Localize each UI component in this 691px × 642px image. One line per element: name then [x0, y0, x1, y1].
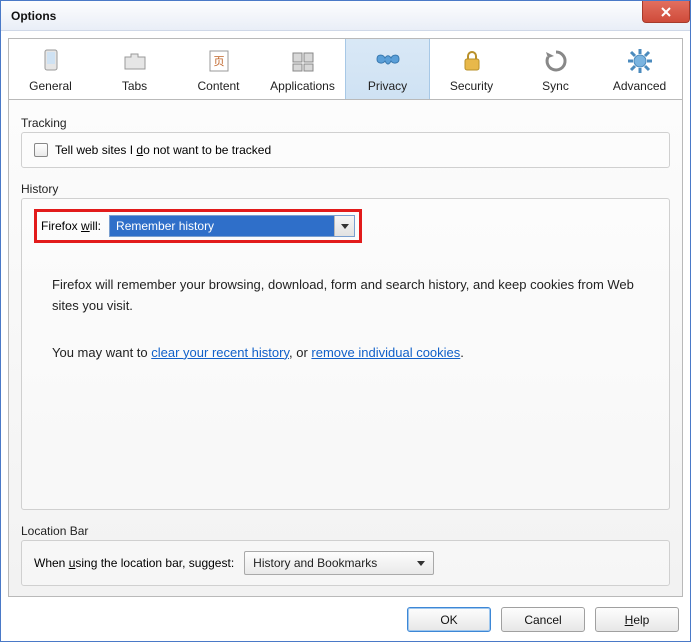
ok-button[interactable]: OK [407, 607, 491, 632]
options-window: Options General Tabs 页 [0, 0, 691, 642]
tab-general[interactable]: General [9, 39, 93, 99]
gear-icon [624, 45, 656, 77]
location-section-label: Location Bar [21, 524, 670, 538]
chevron-down-icon [417, 561, 425, 566]
tab-privacy[interactable]: Privacy [345, 39, 430, 99]
history-description: Firefox will remember your browsing, dow… [52, 275, 639, 389]
history-mode-dropdown[interactable]: Remember history [109, 215, 355, 237]
tab-content[interactable]: 页 Content [177, 39, 261, 99]
window-title: Options [11, 9, 56, 23]
tab-label: Tabs [95, 79, 174, 93]
history-desc-1: Firefox will remember your browsing, dow… [52, 275, 639, 317]
tab-label: Advanced [600, 79, 679, 93]
do-not-track-row: Tell web sites I do not want to be track… [34, 143, 657, 157]
location-section: When using the location bar, suggest: Hi… [21, 540, 670, 586]
tab-label: Content [179, 79, 258, 93]
history-desc-2: You may want to clear your recent histor… [52, 343, 639, 364]
cancel-button[interactable]: Cancel [501, 607, 585, 632]
location-suggest-dropdown[interactable]: History and Bookmarks [244, 551, 434, 575]
chevron-down-icon [334, 216, 354, 236]
history-mode-value: Remember history [116, 219, 214, 233]
tab-label: Applications [263, 79, 342, 93]
tab-label: Sync [516, 79, 595, 93]
tab-tabs[interactable]: Tabs [93, 39, 177, 99]
tab-strip: General Tabs 页 Content Applications [8, 38, 683, 100]
tab-label: Privacy [348, 79, 427, 93]
content-area: General Tabs 页 Content Applications [1, 31, 690, 641]
titlebar: Options [1, 1, 690, 31]
location-suggest-row: When using the location bar, suggest: Hi… [34, 551, 657, 575]
tab-applications[interactable]: Applications [261, 39, 345, 99]
help-button[interactable]: Help [595, 607, 679, 632]
location-suggest-value: History and Bookmarks [253, 556, 377, 570]
firefox-will-label: Firefox will: [41, 219, 101, 233]
history-section: Firefox will: Remember history Firefox w… [21, 198, 670, 510]
tab-advanced[interactable]: Advanced [598, 39, 682, 99]
general-icon [35, 45, 67, 77]
dialog-buttons: OK Cancel Help [8, 597, 683, 634]
remove-cookies-link[interactable]: remove individual cookies [311, 345, 460, 360]
history-section-label: History [21, 182, 670, 196]
content-icon: 页 [203, 45, 235, 77]
location-suggest-label: When using the location bar, suggest: [34, 556, 234, 570]
tab-label: Security [432, 79, 511, 93]
tabs-icon [119, 45, 151, 77]
do-not-track-checkbox[interactable] [34, 143, 48, 157]
tab-security[interactable]: Security [430, 39, 514, 99]
svg-text:页: 页 [213, 56, 224, 68]
tab-label: General [11, 79, 90, 93]
security-icon [456, 45, 488, 77]
applications-icon [287, 45, 319, 77]
history-mode-highlight: Firefox will: Remember history [34, 209, 362, 243]
tab-sync[interactable]: Sync [514, 39, 598, 99]
privacy-panel: Tracking Tell web sites I do not want to… [8, 100, 683, 597]
privacy-icon [372, 45, 404, 77]
tracking-section-label: Tracking [21, 116, 670, 130]
close-icon [660, 6, 672, 18]
clear-history-link[interactable]: clear your recent history [151, 345, 289, 360]
do-not-track-label[interactable]: Tell web sites I do not want to be track… [55, 143, 271, 157]
tracking-section: Tell web sites I do not want to be track… [21, 132, 670, 168]
sync-icon [540, 45, 572, 77]
close-button[interactable] [642, 1, 690, 23]
